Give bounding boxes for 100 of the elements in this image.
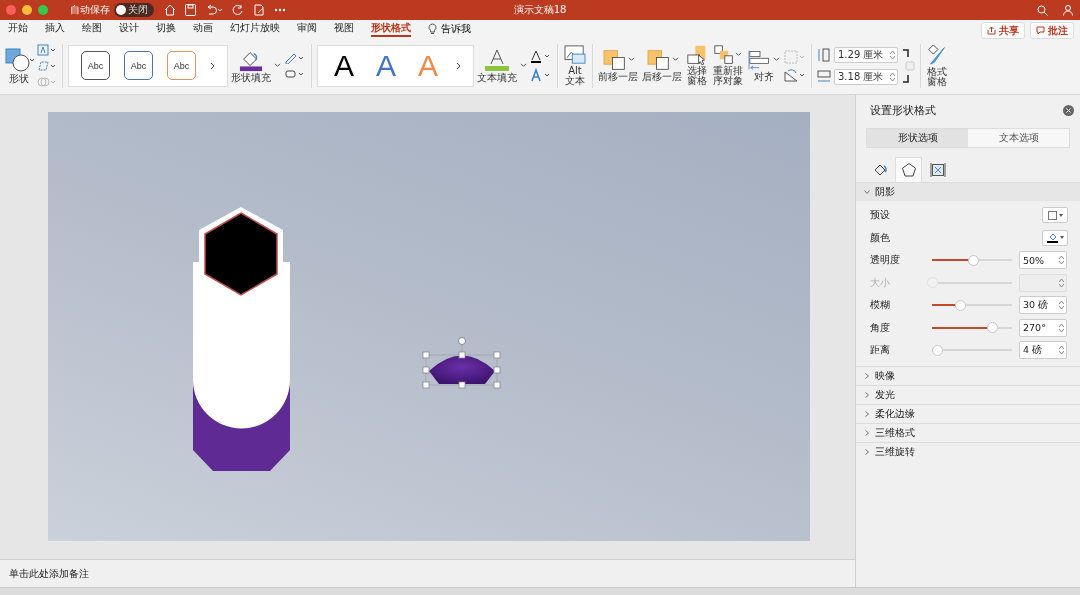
pane-tab[interactable]: 文本选项	[968, 129, 1069, 147]
ribbon-tab[interactable]: 审阅	[297, 20, 317, 37]
ribbon-tab[interactable]: 插入	[45, 20, 65, 37]
color-dropdown[interactable]	[1042, 229, 1068, 246]
value-field[interactable]: 4 磅	[1019, 341, 1067, 360]
caret-icon	[1058, 213, 1063, 217]
section-header[interactable]: 柔化边缘	[856, 403, 1080, 423]
share-button[interactable]: 共享	[981, 22, 1025, 39]
spinner-icon[interactable]	[890, 71, 895, 82]
slider-thumb[interactable]	[986, 322, 998, 334]
eraser-icon[interactable]	[284, 67, 306, 80]
chevron-icon	[864, 410, 870, 417]
ribbon-tab[interactable]: 切换	[156, 20, 176, 37]
slider-thumb[interactable]	[932, 344, 944, 356]
notes-placeholder[interactable]: 单击此处添加备注	[9, 566, 89, 581]
close-icon[interactable]	[1063, 104, 1074, 116]
text-outline-icon[interactable]	[530, 49, 552, 64]
caret-icon	[274, 63, 281, 68]
caret-icon	[1059, 236, 1064, 240]
group-icon	[784, 49, 806, 64]
edit-shape-icon[interactable]	[37, 59, 57, 72]
pane-tab[interactable]: 形状选项	[867, 129, 968, 147]
merge-shapes-icon	[37, 75, 57, 88]
ribbon-tab[interactable]: 动画	[193, 20, 213, 37]
slider-label: 角度	[870, 320, 891, 335]
pentagon-icon	[900, 162, 917, 178]
wordart-style[interactable]: A	[330, 48, 358, 83]
chevron-right-icon[interactable]	[456, 61, 461, 70]
arrange-button[interactable]: 后移一层	[642, 48, 682, 83]
minimize-icon[interactable]	[22, 5, 32, 15]
chevron-icon	[864, 391, 870, 398]
ribbon-tab[interactable]: 视图	[334, 20, 354, 37]
arc-shape[interactable]	[429, 355, 495, 384]
spinner-icon[interactable]	[1059, 345, 1064, 356]
section-header[interactable]: 映像	[856, 365, 1080, 385]
value-field[interactable]: 270°	[1019, 318, 1067, 337]
value-field[interactable]	[1019, 273, 1067, 292]
arrange-button[interactable]: 重新排序对象	[712, 44, 743, 87]
ribbon-tab[interactable]: 设计	[119, 20, 139, 37]
spinner-icon[interactable]	[1059, 255, 1064, 266]
undo-icon[interactable]	[205, 4, 223, 16]
value-field[interactable]: 50%	[1019, 251, 1067, 270]
spinner-icon[interactable]	[1059, 277, 1064, 288]
home-icon[interactable]	[164, 4, 176, 16]
width-field[interactable]: 3.18 厘米	[834, 68, 898, 85]
autosave-toggle[interactable]: 关闭	[114, 3, 154, 17]
window-title: 演示文稿18	[513, 3, 567, 17]
selection-handles[interactable]	[422, 337, 501, 389]
width-icon	[817, 69, 831, 84]
slider-thumb[interactable]	[954, 299, 966, 311]
size-layout-icon	[929, 161, 946, 178]
slider-thumb[interactable]	[968, 254, 980, 266]
rotate-icon[interactable]	[784, 67, 806, 82]
selection-pane-icon	[686, 44, 708, 65]
ribbon-tab[interactable]: 开始	[8, 20, 28, 37]
person-icon[interactable]	[1062, 4, 1074, 16]
reorder-objects-icon	[713, 44, 735, 65]
bring-forward-icon	[601, 48, 628, 71]
pane-title: 设置形状格式	[870, 102, 936, 118]
section-header[interactable]: 发光	[856, 384, 1080, 404]
spinner-icon[interactable]	[890, 49, 895, 60]
tell-me-field[interactable]: 告诉我	[441, 21, 471, 36]
wordart-style[interactable]: A	[372, 48, 400, 83]
format-pane-button[interactable]: 格式窗格	[926, 43, 948, 88]
edit-document-icon[interactable]	[253, 4, 265, 16]
arrange-button[interactable]: 选择窗格	[686, 44, 708, 87]
shape-style-swatch[interactable]: Abc	[167, 51, 196, 80]
spinner-icon[interactable]	[1059, 322, 1064, 333]
chevron-right-icon[interactable]	[210, 61, 215, 70]
shapes-button[interactable]: 形状	[4, 46, 34, 85]
section-header[interactable]: 阴影	[856, 182, 1080, 201]
more-icon[interactable]	[274, 8, 286, 12]
shape-style-swatch[interactable]: Abc	[81, 51, 110, 80]
lock-ratio-icon[interactable]	[901, 47, 915, 84]
spinner-icon[interactable]	[1059, 300, 1064, 311]
text-fill-button[interactable]: 文本填充	[477, 47, 517, 84]
pen-icon[interactable]	[284, 51, 306, 64]
ribbon-tab[interactable]: 幻灯片放映	[230, 20, 280, 37]
text-box-icon[interactable]	[37, 43, 57, 56]
arrange-button[interactable]: 前移一层	[598, 48, 638, 83]
icon-tab[interactable]	[895, 157, 922, 182]
autosave-label: 自动保存	[70, 3, 110, 17]
shape-fill-button[interactable]: 形状填充	[231, 47, 271, 84]
height-field[interactable]: 1.29 厘米	[834, 46, 898, 63]
redo-icon[interactable]	[232, 4, 244, 16]
lightbulb-icon	[428, 22, 437, 35]
value-field[interactable]: 30 磅	[1019, 296, 1067, 315]
search-icon[interactable]	[1037, 4, 1048, 16]
save-icon[interactable]	[185, 4, 196, 16]
picture-icon	[563, 44, 587, 65]
section-header[interactable]: 三维格式	[856, 422, 1080, 442]
alt-text-button[interactable]: Alt 文本	[563, 44, 587, 87]
chevron-icon	[864, 372, 870, 379]
preset-dropdown[interactable]	[1042, 207, 1068, 224]
shape-style-swatch[interactable]: Abc	[124, 51, 153, 80]
maximize-icon[interactable]	[38, 5, 48, 15]
section-header[interactable]: 三维旋转	[856, 441, 1080, 461]
ribbon-tab[interactable]: 绘图	[82, 20, 102, 37]
comments-button[interactable]: 批注	[1030, 22, 1074, 39]
arrange-button[interactable]: 对齐	[747, 48, 780, 83]
